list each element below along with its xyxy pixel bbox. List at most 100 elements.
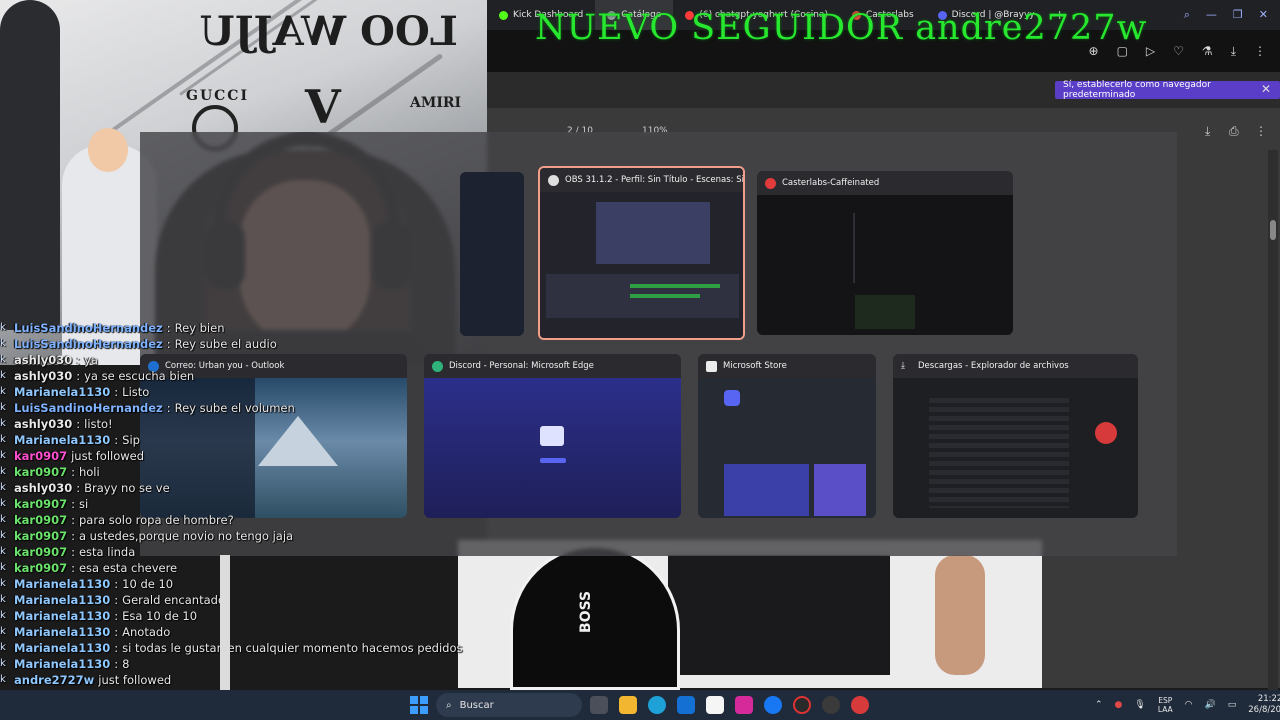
restore-icon[interactable]: ❐ (1233, 8, 1243, 22)
obs-icon[interactable] (793, 696, 811, 714)
window-card-explorer[interactable]: ⤓ Descargas - Explorador de archivos (893, 354, 1138, 518)
chat-text: Sip (122, 433, 140, 447)
store-icon (706, 360, 717, 372)
close-icon[interactable]: ✕ (1259, 8, 1268, 22)
chat-username[interactable]: kar0907 (14, 448, 67, 464)
chat-username[interactable]: Marianela1130 (14, 624, 110, 640)
outlook-icon[interactable] (677, 696, 695, 714)
download-icon[interactable]: ⤓ (1231, 44, 1236, 59)
chat-message: k Marianela1130: Esa 10 de 10 (0, 608, 480, 624)
chat-text: Listo (122, 385, 150, 399)
window-card-store[interactable]: Microsoft Store (698, 354, 876, 518)
kick-badge-icon: k (0, 546, 6, 557)
chat-text: a ustedes,porque novio no tengo jaja (78, 529, 294, 543)
kick-badge-icon: k (0, 466, 6, 477)
clock-time: 21:22 (1257, 694, 1280, 704)
more-icon[interactable]: ⋮ (1255, 124, 1267, 138)
chat-username[interactable]: Marianela1130 (14, 384, 110, 400)
print-icon[interactable]: ⎙ (1229, 124, 1239, 139)
chat-text: holi (78, 465, 100, 479)
window-card-obs[interactable]: OBS 31.1.2 - Perfil: Sin Título - Escena… (538, 166, 745, 340)
security-icon[interactable]: ● (1115, 700, 1123, 710)
chat-username[interactable]: LuisSandinoHernandez (14, 400, 163, 416)
chat-scrollbar[interactable] (220, 555, 230, 690)
battery-icon[interactable]: ▭ (1228, 700, 1237, 710)
windows-start-icon[interactable] (410, 696, 428, 714)
model-arm (935, 555, 985, 675)
chat-username[interactable]: kar0907 (14, 560, 67, 576)
discord-app-icon (724, 390, 740, 406)
chat-username[interactable]: Marianela1130 (14, 656, 110, 672)
extensions-icon[interactable]: ⚗ (1202, 44, 1213, 58)
kick-badge-icon: k (0, 514, 6, 525)
task-view-icon[interactable] (590, 696, 608, 714)
window-card-partial[interactable] (460, 172, 524, 336)
chat-username[interactable]: ashly030 (14, 368, 72, 384)
search-icon: ⌕ (446, 699, 452, 711)
set-default-browser-button[interactable]: Sí, establecerlo como navegador predeter… (1055, 80, 1280, 100)
chat-username[interactable]: Marianela1130 (14, 576, 110, 592)
mannequin-head (88, 128, 128, 172)
casterlabs-icon[interactable] (851, 696, 869, 714)
search-placeholder: Buscar (459, 699, 494, 711)
kick-icon (499, 10, 508, 20)
chat-separator: : (71, 561, 75, 575)
chat-text: Rey sube el volumen (174, 401, 295, 415)
chat-username[interactable]: Marianela1130 (14, 608, 110, 624)
clock[interactable]: 21:22 26/8/2025 (1248, 694, 1280, 716)
chat-username[interactable]: ashly030 (14, 416, 72, 432)
settings-panel (853, 213, 913, 283)
wifi-icon[interactable]: ◠ (1185, 700, 1193, 710)
chat-text: Rey sube el audio (174, 337, 277, 351)
chatgpt-icon[interactable] (822, 696, 840, 714)
chat-username[interactable]: LuisSandinoHernandez (14, 336, 163, 352)
chat-username[interactable]: ashly030 (14, 480, 72, 496)
volume-icon[interactable]: 🔊 (1205, 700, 1216, 710)
kick-badge-icon: k (0, 530, 6, 541)
minimize-icon[interactable]: — (1206, 8, 1217, 22)
chat-username[interactable]: Marianela1130 (14, 432, 110, 448)
chat-message: k kar0907: esta linda (0, 544, 480, 560)
chat-separator: : (114, 385, 119, 399)
favorite-icon[interactable]: ♡ (1173, 44, 1184, 58)
language-indicator[interactable]: ESP LAA (1158, 696, 1173, 714)
chat-username[interactable]: kar0907 (14, 496, 67, 512)
chat-text: si todas le gustan en cualquier momento … (122, 641, 463, 655)
chat-message: k andre2727w just followed (0, 672, 480, 688)
chat-message: k kar0907: esa esta chevere (0, 560, 480, 576)
chat-username[interactable]: kar0907 (14, 528, 67, 544)
chevron-up-icon[interactable]: ⌃ (1095, 700, 1103, 710)
kick-badge-icon: k (0, 594, 6, 605)
search-icon[interactable]: ⌕ (1184, 8, 1190, 22)
chat-username[interactable]: kar0907 (14, 544, 67, 560)
pdf-download-icon[interactable]: ⤓ (1205, 124, 1210, 139)
screen: LOO WAJJU GUCCI AMIRI V Kick Dashboard C… (0, 0, 1280, 720)
chat-username[interactable]: kar0907 (14, 464, 67, 480)
audio-meter (630, 294, 700, 298)
chat-separator: : (166, 321, 171, 335)
menu-icon[interactable]: ⋮ (1254, 44, 1266, 58)
chat-message: k ashly030: ya se escucha bien (0, 368, 480, 384)
instagram-icon[interactable] (735, 696, 753, 714)
page-scroll-thumb[interactable] (1270, 220, 1276, 240)
chat-username[interactable]: Marianela1130 (14, 592, 110, 608)
chat-separator: : (114, 609, 119, 623)
window-title: Casterlabs-Caffeinated (782, 178, 880, 188)
facebook-icon[interactable] (764, 696, 782, 714)
obs-preview (596, 202, 710, 264)
microphone-icon[interactable]: 🎙 (1134, 700, 1145, 710)
edge-icon[interactable] (648, 696, 666, 714)
chat-username[interactable]: Marianela1130 (14, 640, 110, 656)
taskbar-search[interactable]: ⌕ Buscar (436, 693, 582, 717)
infobar-close-icon[interactable]: ✕ (1261, 82, 1271, 96)
window-card-casterlabs[interactable]: Casterlabs-Caffeinated (757, 171, 1013, 335)
store-icon[interactable] (706, 696, 724, 714)
chat-username[interactable]: andre2727w (14, 672, 94, 688)
chat-username[interactable]: kar0907 (14, 512, 67, 528)
chat-username[interactable]: ashly030 (14, 352, 72, 368)
file-explorer-icon[interactable] (619, 696, 637, 714)
window-title: OBS 31.1.2 - Perfil: Sin Título - Escena… (565, 175, 743, 185)
chat-username[interactable]: LuisSandinoHernandez (14, 320, 163, 336)
chat-separator: : (71, 465, 75, 479)
kick-badge-icon: k (0, 450, 6, 461)
